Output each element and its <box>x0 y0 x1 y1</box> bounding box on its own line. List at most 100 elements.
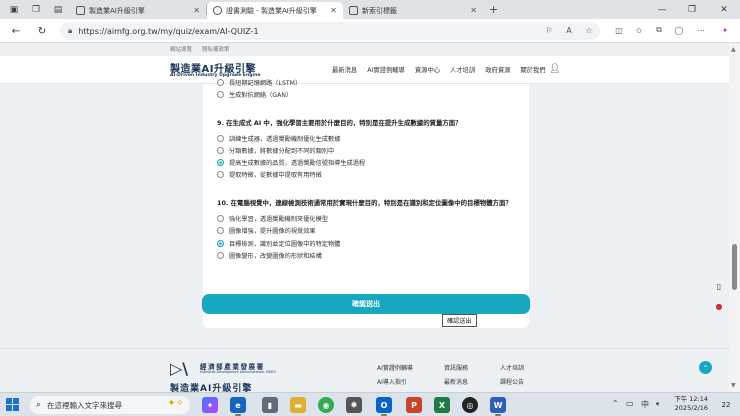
notification-count: 22 <box>721 401 731 409</box>
quiz-option[interactable]: 分類數據，將數據分配到不同的類別中 <box>217 146 334 155</box>
powerpoint-icon[interactable]: P <box>406 397 422 413</box>
taskbar-search-box[interactable]: ⌕ 在這裡輸入文字來搜尋 ✦✧ <box>30 396 190 414</box>
windows-start-icon[interactable] <box>6 398 19 411</box>
copilot-icon[interactable]: ✦ <box>718 23 732 37</box>
refresh-icon[interactable]: ↻ <box>34 23 50 39</box>
quiz-option[interactable]: 圖像增強，提升圖像的視覺效果 <box>217 226 316 235</box>
outlook-icon[interactable]: O <box>376 397 392 413</box>
nav-item-about[interactable]: 關於我們 <box>520 65 545 74</box>
quiz-option[interactable]: 圖像變形，改變圖像的形狀和結構 <box>217 251 322 260</box>
quiz-option[interactable]: 生成對抗網絡（GAN） <box>217 90 292 99</box>
option-label: 分類數據，將數據分配到不同的類別中 <box>229 148 335 155</box>
option-label: 長短期記憶網路（LSTM） <box>229 80 302 87</box>
quiz-option-selected[interactable]: 提高生成數據的品質，透過獎勵信號指導生成過程 <box>217 158 365 167</box>
close-tab-icon[interactable]: ✕ <box>330 6 337 15</box>
submit-button[interactable]: 確認送出 <box>202 294 530 314</box>
footer-link[interactable]: 最新消息 <box>444 377 468 386</box>
site-header: 製造業AI升級引擎 AI-Driven Industry Upgrade Eng… <box>0 56 729 84</box>
close-tab-icon[interactable]: ✕ <box>193 6 200 15</box>
app-tray-icon[interactable]: ▭ <box>626 399 634 408</box>
radio-button[interactable] <box>217 171 224 178</box>
tab-1[interactable]: 證書測驗 - 製造業AI升級引擎 ✕ <box>207 2 343 19</box>
radio-button[interactable] <box>217 79 224 86</box>
close-tab-icon[interactable]: ✕ <box>470 6 477 15</box>
nav-item-resources[interactable]: 資源中心 <box>415 65 440 74</box>
tab-0[interactable]: 製造業AI升級引擎 ✕ <box>70 2 206 19</box>
minimize-button[interactable]: — <box>648 0 676 19</box>
page-scrollbar[interactable]: ▲ ▼ <box>729 44 740 392</box>
footer-link[interactable]: 課程公告 <box>500 377 524 386</box>
clock-date: 2025/2/16 <box>674 404 708 412</box>
footer-link[interactable]: AI導入指引 <box>377 377 407 386</box>
scroll-down-arrow-icon[interactable]: ▼ <box>731 382 736 389</box>
user-account-icon[interactable]: 👤︎ <box>549 63 561 75</box>
notification-center-button[interactable]: 22 <box>716 398 736 412</box>
volume-icon[interactable]: 🔈︎ <box>656 399 661 409</box>
lock-icon[interactable]: 🔒︎ <box>68 26 72 36</box>
back-arrow-icon[interactable]: ← <box>8 23 24 39</box>
radio-button[interactable] <box>217 252 224 259</box>
scroll-to-top-button[interactable]: ⌃ <box>699 361 712 374</box>
footer-link[interactable]: 資訊服務 <box>444 363 468 372</box>
nav-item-ai-cases[interactable]: AI實證例輔導 <box>367 65 405 74</box>
footer-link[interactable]: AI實證例輔導 <box>377 363 413 372</box>
footer-site-title: 製造業AI升級引擎 <box>170 384 253 392</box>
maximize-button[interactable]: ❐ <box>678 0 706 19</box>
quiz-option[interactable]: 訓練生成器，透過獎勵機制優化生成數據 <box>217 134 340 143</box>
close-window-button[interactable]: ✕ <box>710 0 738 19</box>
profile-icon[interactable]: ◯ <box>672 23 686 37</box>
ime-mode-indicator[interactable]: 中 <box>641 399 649 410</box>
app-icon[interactable]: ⎈ <box>346 397 362 413</box>
scrollbar-thumb[interactable] <box>732 244 737 290</box>
nav-item-news[interactable]: 最新消息 <box>332 65 357 74</box>
quiz-option-selected[interactable]: 目標檢測，識別並定位圖像中的特定物體 <box>217 239 340 248</box>
tab-actions-icon[interactable]: ❐ <box>28 2 44 18</box>
tab-2[interactable]: 新索引標籤 ✕ <box>343 2 483 19</box>
globe-icon <box>213 6 222 15</box>
nav-item-gov-resources[interactable]: 政府資源 <box>485 65 510 74</box>
favorite-star-icon[interactable]: ☆ <box>582 23 596 37</box>
privacy-link[interactable]: 隱私權政策 <box>202 45 230 53</box>
file-explorer-icon[interactable]: ▬ <box>290 397 306 413</box>
sitemap-link[interactable]: 網站導覽 <box>170 45 192 53</box>
radio-button[interactable] <box>217 135 224 142</box>
copilot-sidebar-icon[interactable]: ● <box>713 300 725 312</box>
read-aloud-icon[interactable]: A <box>562 23 576 37</box>
radio-button-selected[interactable] <box>217 240 224 247</box>
page-favicon-icon <box>76 6 85 15</box>
copilot-app-icon[interactable]: ✦ <box>202 397 218 413</box>
url-text: https://aimfg.org.tw/my/quiz/exam/AI-QUI… <box>78 26 259 36</box>
site-footer: ▷\ 經濟部產業發展署 Industrial Development Admin… <box>0 348 729 392</box>
collections-icon[interactable]: ⧉ <box>652 23 666 37</box>
scroll-up-arrow-icon[interactable]: ▲ <box>731 46 736 53</box>
quiz-option[interactable]: 長短期記憶網路（LSTM） <box>217 78 301 87</box>
radio-button[interactable] <box>217 147 224 154</box>
word-icon[interactable]: W <box>490 397 506 413</box>
new-tab-button[interactable]: + <box>489 3 498 16</box>
favorites-icon[interactable]: ✩ <box>632 23 646 37</box>
split-screen-icon[interactable]: ◫ <box>612 23 626 37</box>
vertical-tabs-icon[interactable]: ▤ <box>50 2 66 18</box>
app-icon[interactable]: ▮ <box>262 397 278 413</box>
tracking-prevention-icon[interactable]: ⚐ <box>542 23 556 37</box>
more-menu-icon[interactable]: ⋯ <box>694 23 708 37</box>
chrome-icon[interactable]: ◉ <box>318 397 334 413</box>
address-bar[interactable]: 🔒︎ https://aimfg.org.tw/my/quiz/exam/AI-… <box>60 22 600 40</box>
footer-link[interactable]: 人才培訓 <box>500 363 524 372</box>
radio-button[interactable] <box>217 215 224 222</box>
radio-button-selected[interactable] <box>217 159 224 166</box>
radio-button[interactable] <box>217 91 224 98</box>
nav-item-training[interactable]: 人才培訓 <box>450 65 475 74</box>
show-hidden-icons-icon[interactable]: ⌃ <box>612 399 619 408</box>
taskbar-clock[interactable]: 下午 12:14 2025/2/16 <box>668 395 708 413</box>
option-label: 圖像增強，提升圖像的視覺效果 <box>229 228 316 235</box>
reader-mode-icon[interactable]: ▯ <box>713 280 725 292</box>
quiz-option[interactable]: 強化學習，透過獎勵機制來優化模型 <box>217 214 328 223</box>
excel-icon[interactable]: X <box>434 397 450 413</box>
edge-browser-icon[interactable]: e <box>230 397 246 413</box>
tab-title: 新索引標籤 <box>362 6 397 15</box>
radio-button[interactable] <box>217 227 224 234</box>
app-icon[interactable]: ◎ <box>462 397 478 413</box>
quiz-option[interactable]: 提取特徵，從數據中提取有用特徵 <box>217 170 322 179</box>
workspaces-icon[interactable]: ▣ <box>6 2 22 18</box>
